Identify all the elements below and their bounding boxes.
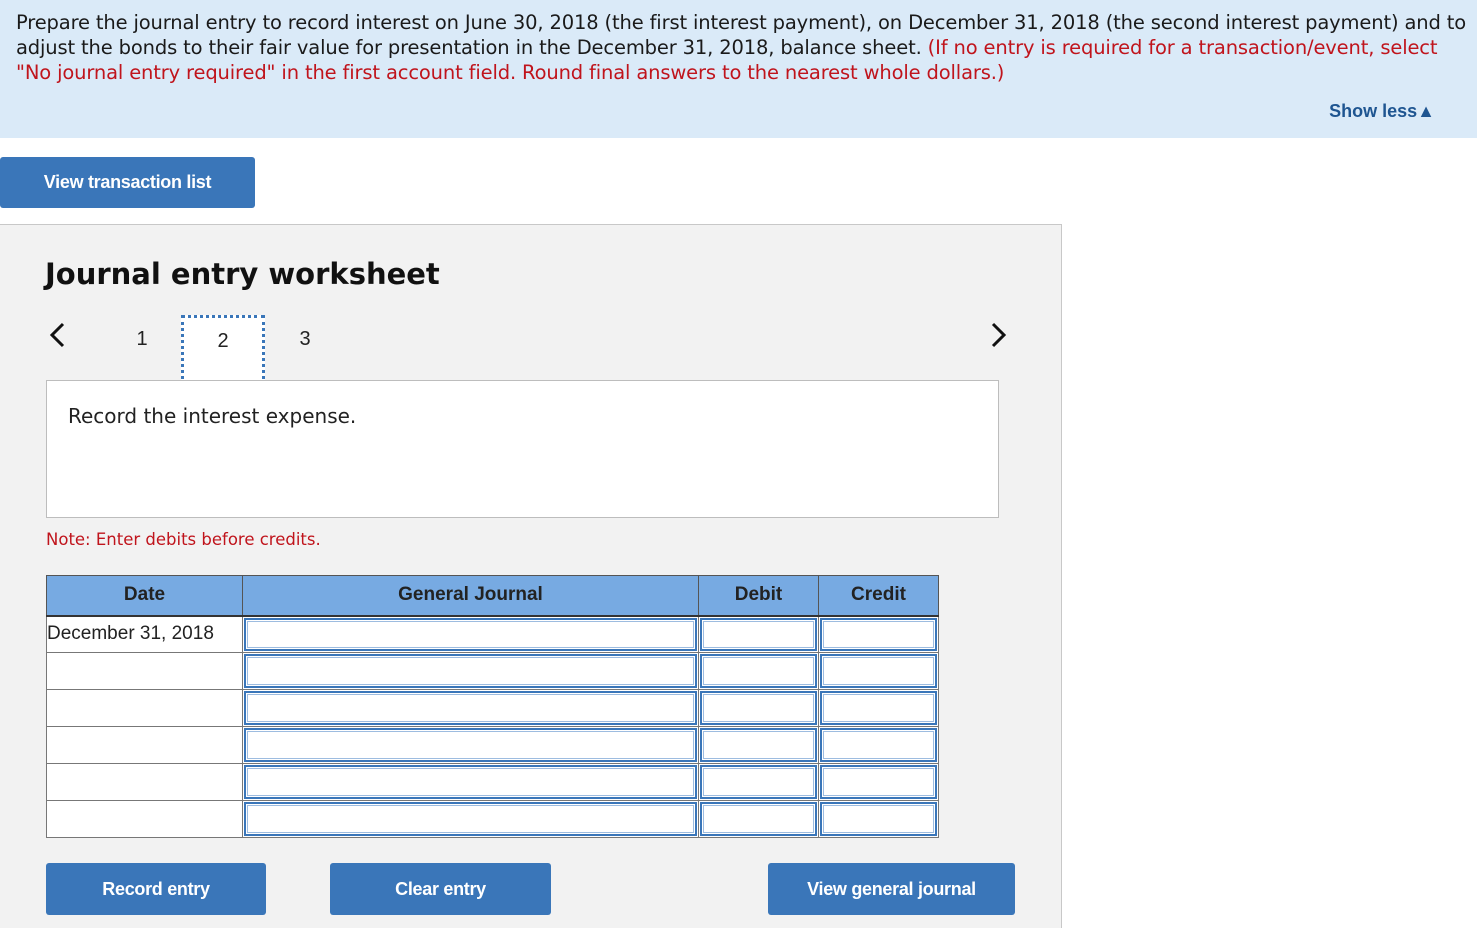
credit-input[interactable] [820, 802, 937, 836]
clear-entry-button[interactable]: Clear entry [330, 863, 551, 915]
page-tab-1[interactable]: 1 [100, 315, 184, 383]
triangle-up-icon: ▲ [1417, 101, 1435, 121]
chevron-right-icon[interactable] [990, 321, 1008, 349]
record-entry-button[interactable]: Record entry [46, 863, 266, 915]
credit-cell [818, 689, 939, 727]
table-row [46, 689, 939, 727]
note-text: Note: Enter debits before credits. [46, 530, 321, 549]
account-cell [242, 615, 699, 653]
date-cell [46, 726, 243, 764]
account-input[interactable] [244, 765, 697, 799]
debit-cell [698, 615, 819, 653]
account-input[interactable] [244, 802, 697, 836]
chevron-left-icon[interactable] [48, 321, 66, 349]
credit-input[interactable] [820, 691, 937, 725]
question-panel: Prepare the journal entry to record inte… [0, 0, 1477, 138]
page-tab-2-active[interactable]: 2 [181, 315, 265, 385]
debit-cell [698, 800, 819, 838]
account-cell [242, 652, 699, 690]
credit-cell [818, 726, 939, 764]
debit-input[interactable] [700, 654, 817, 688]
credit-cell [818, 800, 939, 838]
instruction-text: Record the interest expense. [68, 404, 357, 428]
debit-input[interactable] [700, 691, 817, 725]
journal-entry-worksheet: Journal entry worksheet 1 2 3 Record the… [0, 224, 1062, 928]
journal-table: Date General Journal Debit Credit Decemb… [46, 575, 939, 838]
credit-input[interactable] [820, 654, 937, 688]
debit-input[interactable] [700, 765, 817, 799]
credit-cell [818, 763, 939, 801]
show-less-link[interactable]: Show less▲ [1329, 101, 1435, 122]
header-general-journal: General Journal [242, 575, 699, 617]
table-row [46, 763, 939, 801]
view-general-journal-button[interactable]: View general journal [768, 863, 1015, 915]
debit-cell [698, 689, 819, 727]
header-date: Date [46, 575, 243, 617]
date-cell [46, 689, 243, 727]
credit-cell [818, 615, 939, 653]
instruction-box: Record the interest expense. [46, 380, 999, 518]
header-credit: Credit [818, 575, 939, 617]
debit-input[interactable] [700, 728, 817, 762]
show-less-label: Show less [1329, 101, 1418, 121]
date-cell [46, 652, 243, 690]
credit-input[interactable] [820, 728, 937, 762]
page-tab-3[interactable]: 3 [263, 315, 347, 383]
account-cell [242, 726, 699, 764]
question-text: Prepare the journal entry to record inte… [16, 10, 1466, 85]
date-cell: December 31, 2018 [46, 615, 243, 653]
header-debit: Debit [698, 575, 819, 617]
account-input[interactable] [244, 728, 697, 762]
table-row: December 31, 2018 [46, 615, 939, 653]
table-row [46, 652, 939, 690]
account-input[interactable] [244, 654, 697, 688]
credit-cell [818, 652, 939, 690]
date-cell [46, 800, 243, 838]
table-header-row: Date General Journal Debit Credit [46, 575, 939, 617]
view-transaction-list-button[interactable]: View transaction list [0, 157, 255, 208]
debit-input[interactable] [700, 617, 817, 651]
account-cell [242, 763, 699, 801]
debit-cell [698, 726, 819, 764]
credit-input[interactable] [820, 617, 937, 651]
worksheet-title: Journal entry worksheet [45, 257, 440, 291]
account-cell [242, 689, 699, 727]
account-input[interactable] [244, 617, 697, 651]
debit-cell [698, 652, 819, 690]
account-cell [242, 800, 699, 838]
table-row [46, 800, 939, 838]
account-input[interactable] [244, 691, 697, 725]
credit-input[interactable] [820, 765, 937, 799]
table-row [46, 726, 939, 764]
debit-cell [698, 763, 819, 801]
date-cell [46, 763, 243, 801]
debit-input[interactable] [700, 802, 817, 836]
